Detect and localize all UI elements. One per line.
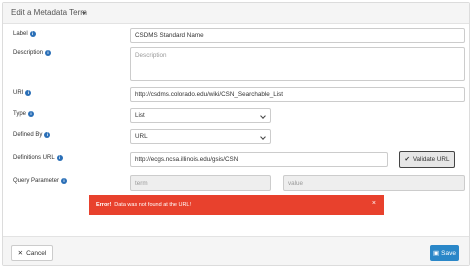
save-label: Save bbox=[441, 249, 456, 257]
check-icon: ✔ bbox=[404, 156, 410, 163]
description-textarea[interactable]: Description bbox=[130, 47, 465, 81]
type-select[interactable]: List bbox=[130, 108, 271, 123]
query-value-placeholder: value bbox=[288, 179, 304, 187]
definitions-url-field-label: Definitions URL i bbox=[13, 155, 63, 161]
definitions-url-value: http://ecgs.ncsa.illinois.edu/gsis/CSN bbox=[135, 156, 239, 163]
chevron-down-icon bbox=[260, 133, 266, 140]
validate-url-label: Validate URL bbox=[412, 156, 450, 163]
close-icon[interactable]: × bbox=[372, 200, 376, 207]
info-icon[interactable]: i bbox=[61, 178, 68, 184]
save-icon: ▣ bbox=[433, 250, 440, 257]
close-icon: ✕ bbox=[17, 250, 24, 257]
type-field-label: Type i bbox=[13, 111, 35, 117]
defined-by-select-value: URL bbox=[135, 133, 148, 140]
defined-by-field-label: Defined By i bbox=[13, 132, 51, 138]
save-button[interactable]: ▣ Save bbox=[430, 245, 459, 261]
validate-url-button[interactable]: ✔ Validate URL bbox=[399, 151, 455, 168]
uri-input-value: http://csdms.colorado.edu/wiki/CSN_Searc… bbox=[135, 91, 284, 98]
info-icon[interactable]: i bbox=[28, 111, 35, 117]
cancel-label: Cancel bbox=[26, 249, 47, 257]
chevron-down-icon bbox=[260, 112, 266, 119]
query-term-placeholder: term bbox=[135, 179, 148, 187]
description-field-label: Description i bbox=[13, 50, 52, 56]
query-parameter-text: Query Parameter bbox=[13, 178, 60, 184]
label-field-label: Label i bbox=[13, 31, 36, 37]
alert-strong: Error! bbox=[96, 202, 112, 208]
description-placeholder: Description bbox=[135, 52, 167, 59]
panel-header[interactable]: Edit a Metadata Term bbox=[3, 3, 469, 24]
info-icon[interactable]: i bbox=[29, 31, 36, 37]
panel-title: Edit a Metadata Term bbox=[11, 8, 87, 17]
uri-field-label: URI i bbox=[13, 90, 32, 96]
label-text: Label bbox=[13, 31, 28, 37]
info-icon[interactable]: i bbox=[56, 155, 63, 161]
info-icon[interactable]: i bbox=[44, 132, 51, 138]
query-parameter-field-label: Query Parameter i bbox=[13, 178, 68, 184]
type-text: Type bbox=[13, 111, 27, 117]
definitions-url-input[interactable]: http://ecgs.ncsa.illinois.edu/gsis/CSN bbox=[130, 152, 388, 167]
type-select-value: List bbox=[135, 112, 145, 119]
panel-footer: ✕ Cancel ▣ Save bbox=[3, 236, 469, 265]
caret-down-icon[interactable] bbox=[82, 12, 86, 15]
defined-by-text: Defined By bbox=[13, 132, 43, 138]
cancel-button[interactable]: ✕ Cancel bbox=[11, 245, 53, 261]
label-input-value: CSDMS Standard Name bbox=[135, 32, 204, 39]
error-alert: Error! Data was not found at the URL! × bbox=[89, 195, 384, 215]
query-value-input[interactable]: value bbox=[283, 175, 465, 191]
uri-text: URI bbox=[13, 90, 24, 96]
info-icon[interactable]: i bbox=[45, 50, 52, 56]
query-term-input[interactable]: term bbox=[130, 175, 271, 191]
description-text: Description bbox=[13, 50, 44, 56]
alert-message: Data was not found at the URL! bbox=[114, 202, 192, 208]
defined-by-select[interactable]: URL bbox=[130, 129, 271, 144]
uri-input[interactable]: http://csdms.colorado.edu/wiki/CSN_Searc… bbox=[130, 87, 465, 102]
definitions-url-text: Definitions URL bbox=[13, 155, 55, 161]
label-input[interactable]: CSDMS Standard Name bbox=[130, 28, 465, 43]
metadata-term-panel: Edit a Metadata Term Label i CSDMS Standa… bbox=[2, 2, 470, 266]
info-icon[interactable]: i bbox=[25, 90, 32, 96]
